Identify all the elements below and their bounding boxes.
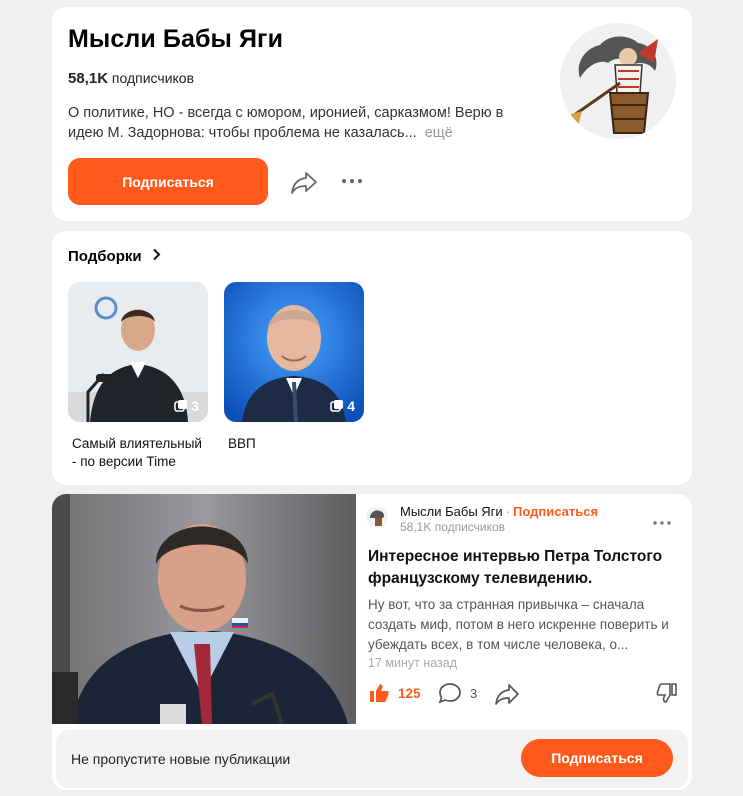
comment-count: 3 <box>470 685 478 701</box>
separator: · <box>505 504 511 519</box>
article-channel-name[interactable]: Мысли Бабы Яги <box>400 504 503 519</box>
channel-description: О политике, НО - всегда с юмором, ироние… <box>68 103 528 143</box>
article-more-options-icon[interactable] <box>652 514 672 525</box>
article-card[interactable]: Мысли Бабы Яги · Подписаться 58,1K подписч… <box>52 494 692 790</box>
collection-label: ВВП <box>228 436 256 451</box>
article-subscribe-link[interactable]: Подписаться <box>513 504 598 519</box>
more-link[interactable]: ещё <box>425 125 453 141</box>
chevron-right-icon <box>152 248 161 265</box>
subscribe-banner-text: Не пропустите новые публикации <box>71 751 291 767</box>
subscribers-label: подписчиков <box>111 70 195 86</box>
article-time: 17 минут назад <box>368 656 457 670</box>
channel-header-card: Мысли Бабы Яги 58,1K подписчиков О полит… <box>52 7 692 221</box>
subscribe-button[interactable]: Подписаться <box>68 158 268 205</box>
collection-count: 3 <box>174 398 199 414</box>
stack-icon <box>330 400 344 412</box>
comment-icon <box>438 683 461 704</box>
collections-card: Подборки 3 Самый влиятельный - по версии… <box>52 231 692 485</box>
collection-item[interactable]: 4 ВВП <box>224 282 364 453</box>
channel-title: Мысли Бабы Яги <box>68 25 284 53</box>
stack-icon <box>174 400 188 412</box>
collection-count-value: 3 <box>191 398 199 414</box>
collection-label: Самый влиятельный - по версии Time <box>72 436 202 469</box>
article-excerpt[interactable]: Ну вот, что за странная привычка – снача… <box>368 595 684 655</box>
share-icon[interactable] <box>290 169 318 195</box>
thumbs-up-icon <box>370 684 389 702</box>
collection-count: 4 <box>330 398 355 414</box>
collection-item[interactable]: 3 Самый влиятельный - по версии Time <box>68 282 208 471</box>
collections-header[interactable]: Подборки <box>68 248 161 265</box>
like-count: 125 <box>398 685 421 701</box>
article-actions: 125 3 <box>368 682 678 708</box>
thumbs-down-icon[interactable] <box>656 682 678 709</box>
article-title[interactable]: Интересное интервью Петра Толстого франц… <box>368 546 678 590</box>
collection-thumbnail: 4 <box>224 282 364 422</box>
channel-avatar <box>560 23 676 139</box>
subscribers-info: 58,1K подписчиков <box>68 70 194 87</box>
comments-button[interactable]: 3 <box>438 682 477 704</box>
more-options-icon[interactable] <box>340 173 364 189</box>
article-subscribers: 58,1K подписчиков <box>400 520 506 534</box>
article-image[interactable] <box>52 494 356 724</box>
article-channel-avatar[interactable] <box>366 506 388 528</box>
subscribe-banner: Не пропустите новые публикации Подписать… <box>56 730 688 788</box>
article-channel-line: Мысли Бабы Яги · Подписаться <box>400 504 598 519</box>
article-share-icon[interactable] <box>494 682 520 711</box>
subscribers-count: 58,1K <box>68 70 109 87</box>
collection-count-value: 4 <box>347 398 355 414</box>
collections-title: Подборки <box>68 248 142 265</box>
like-button[interactable]: 125 <box>368 682 421 704</box>
subscribe-banner-button[interactable]: Подписаться <box>521 739 673 777</box>
collection-thumbnail: 3 <box>68 282 208 422</box>
